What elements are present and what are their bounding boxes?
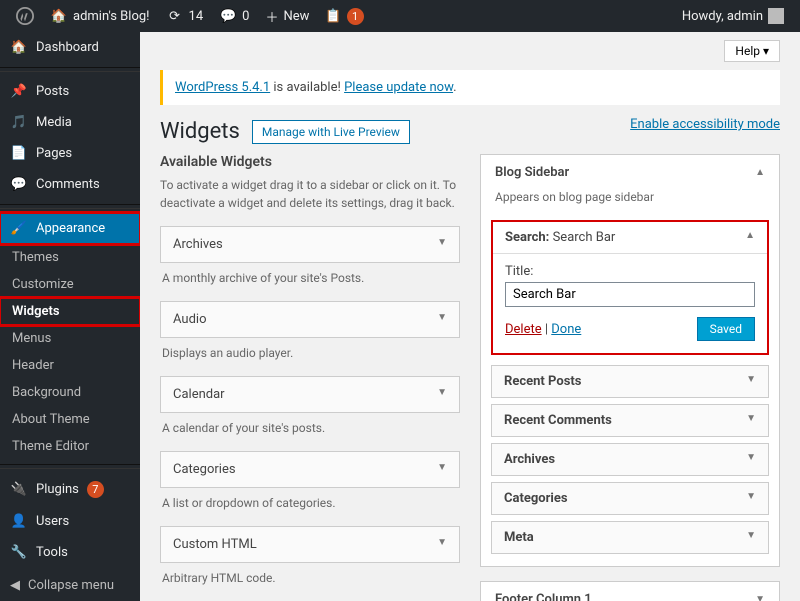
wp-logo[interactable]	[8, 7, 42, 25]
menu-posts[interactable]: 📌Posts	[0, 76, 140, 107]
comments-icon: 💬	[10, 177, 28, 192]
available-widget[interactable]: Custom HTML▼	[160, 526, 460, 563]
menu-media[interactable]: 🎵Media	[0, 107, 140, 138]
sub-about-theme[interactable]: About Theme	[0, 406, 140, 433]
home-icon: 🏠	[50, 9, 68, 24]
avatar	[768, 8, 784, 24]
caret-down-icon: ▼	[437, 537, 447, 552]
menu-comments[interactable]: 💬Comments	[0, 169, 140, 200]
caret-down-icon: ▼	[746, 530, 756, 545]
placed-widget[interactable]: Meta▼	[491, 521, 769, 554]
saved-button[interactable]: Saved	[697, 317, 755, 341]
available-widget[interactable]: Calendar▼	[160, 376, 460, 413]
title-label: Title:	[505, 264, 755, 279]
live-preview-button[interactable]: Manage with Live Preview	[252, 120, 410, 144]
account-link[interactable]: Howdy, admin	[674, 8, 792, 24]
users-icon: 👤	[10, 514, 28, 529]
wordpress-icon	[16, 7, 34, 25]
collapse-menu[interactable]: ◀Collapse menu	[0, 570, 140, 601]
done-link[interactable]: Done	[551, 322, 581, 337]
update-now-link[interactable]: Please update now	[344, 80, 453, 95]
menu-appearance[interactable]: 🖌️Appearance	[0, 213, 140, 244]
delete-link[interactable]: Delete	[505, 322, 542, 337]
tools-icon: 🔧	[10, 545, 28, 560]
menu-tools[interactable]: 🔧Tools	[0, 537, 140, 568]
comments-link[interactable]: 💬0	[211, 9, 257, 24]
sub-customize[interactable]: Customize	[0, 271, 140, 298]
widget-desc: A calendar of your site's posts.	[160, 417, 460, 451]
menu-dashboard[interactable]: 🏠Dashboard	[0, 32, 140, 63]
pin-icon: 📌	[10, 84, 28, 99]
available-widget[interactable]: Audio▼	[160, 301, 460, 338]
media-icon: 🎵	[10, 115, 28, 130]
blog-sidebar-desc: Appears on blog page sidebar	[481, 190, 779, 214]
placed-widget[interactable]: Categories▼	[491, 482, 769, 515]
sub-menus[interactable]: Menus	[0, 325, 140, 352]
caret-down-icon: ▼	[746, 452, 756, 467]
placed-widget[interactable]: Recent Posts▼	[491, 365, 769, 398]
available-desc: To activate a widget drag it to a sideba…	[160, 176, 460, 212]
dashboard-icon: 🏠	[10, 40, 28, 55]
caret-down-icon: ▼	[755, 594, 765, 601]
pages-icon: 📄	[10, 146, 28, 161]
caret-down-icon: ▼	[437, 237, 447, 252]
caret-down-icon: ▼	[437, 462, 447, 477]
collapse-icon: ◀	[10, 578, 20, 593]
available-widget[interactable]: Archives▼	[160, 226, 460, 263]
seo-quick[interactable]: 📋1	[317, 8, 371, 25]
caret-up-icon: ▲	[755, 167, 765, 178]
new-link[interactable]: ＋New	[257, 7, 317, 26]
site-link[interactable]: 🏠admin's Blog!	[42, 9, 158, 24]
accessibility-mode-link[interactable]: Enable accessibility mode	[630, 117, 780, 132]
forms-icon: 📋	[325, 9, 341, 24]
sub-themes[interactable]: Themes	[0, 244, 140, 271]
widget-desc: Displays an audio player.	[160, 342, 460, 376]
wp-version-link[interactable]: WordPress 5.4.1	[175, 80, 270, 95]
brush-icon: 🖌️	[10, 221, 28, 236]
menu-plugins[interactable]: 🔌Plugins 7	[0, 473, 140, 506]
plus-icon: ＋	[265, 7, 278, 26]
update-notice: WordPress 5.4.1 is available! Please upd…	[160, 70, 780, 105]
widget-desc: Arbitrary HTML code.	[160, 567, 460, 601]
widget-desc: A monthly archive of your site's Posts.	[160, 267, 460, 301]
updates-link[interactable]: ⟳14	[158, 9, 212, 24]
help-button[interactable]: Help ▾	[724, 40, 780, 62]
placed-widget[interactable]: Archives▼	[491, 443, 769, 476]
page-title: Widgets	[160, 119, 240, 144]
caret-down-icon: ▼	[437, 312, 447, 327]
available-heading: Available Widgets	[160, 154, 460, 170]
caret-down-icon: ▼	[746, 491, 756, 506]
caret-down-icon: ▼	[746, 374, 756, 389]
sub-background[interactable]: Background	[0, 379, 140, 406]
search-widget-toggle[interactable]: Search: Search Bar ▲	[493, 222, 767, 254]
menu-pages[interactable]: 📄Pages	[0, 138, 140, 169]
caret-up-icon: ▲	[745, 230, 755, 245]
updates-icon: ⟳	[166, 9, 184, 24]
available-widget[interactable]: Categories▼	[160, 451, 460, 488]
sub-header[interactable]: Header	[0, 352, 140, 379]
placed-widget[interactable]: Recent Comments▼	[491, 404, 769, 437]
plugin-icon: 🔌	[10, 482, 28, 497]
widget-desc: A list or dropdown of categories.	[160, 492, 460, 526]
widget-title-input[interactable]	[505, 282, 755, 307]
comment-icon: 💬	[219, 9, 237, 24]
sub-theme-editor[interactable]: Theme Editor	[0, 433, 140, 460]
footer-col1-toggle[interactable]: Footer Column 1▼	[481, 582, 779, 601]
blog-sidebar-toggle[interactable]: Blog Sidebar▲	[481, 155, 779, 190]
search-widget: Search: Search Bar ▲ Title: Delete | Don…	[491, 220, 769, 355]
caret-down-icon: ▼	[437, 387, 447, 402]
menu-users[interactable]: 👤Users	[0, 506, 140, 537]
sub-widgets[interactable]: Widgets	[0, 298, 140, 325]
caret-down-icon: ▼	[746, 413, 756, 428]
